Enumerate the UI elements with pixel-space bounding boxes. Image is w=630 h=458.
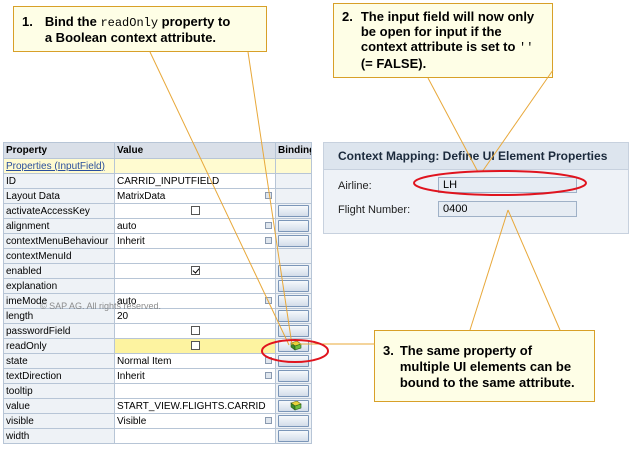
password-field-checkbox[interactable] (190, 326, 200, 336)
table-row: ID CARRID_INPUTFIELD (3, 173, 312, 189)
property-name: enabled (3, 263, 115, 279)
table-row: activateAccessKey (3, 203, 312, 219)
table-row: tooltip (3, 383, 312, 399)
property-table: Property Value Binding Properties (Input… (3, 142, 312, 444)
binding-button[interactable] (278, 205, 309, 217)
binding-button-bound[interactable] (278, 340, 309, 352)
dropdown-icon[interactable] (265, 372, 272, 379)
property-name: passwordField (3, 323, 115, 339)
binding-button[interactable] (278, 430, 309, 442)
binding-button[interactable] (278, 325, 309, 337)
property-value: Normal Item (117, 355, 172, 367)
callout-number: 1. (22, 14, 33, 29)
table-row: explanation (3, 278, 312, 294)
header-property: Property (3, 142, 115, 159)
table-row: visible Visible (3, 413, 312, 429)
binding-button[interactable] (278, 415, 309, 427)
property-name: explanation (3, 278, 115, 294)
readonly-checkbox[interactable] (190, 341, 200, 351)
binding-button[interactable] (278, 265, 309, 277)
property-name: Layout Data (3, 188, 115, 204)
binding-button[interactable] (278, 355, 309, 367)
table-row: length 20 (3, 308, 312, 324)
callout-step-1: 1. Bind the readOnly property to a Boole… (13, 6, 267, 52)
table-row: enabled (3, 263, 312, 279)
context-mapping-panel: Context Mapping: Define UI Element Prope… (323, 142, 629, 234)
property-name: contextMenuBehaviour (3, 233, 115, 249)
property-value: CARRID_INPUTFIELD (117, 175, 220, 187)
property-value: MatrixData (117, 190, 166, 202)
dropdown-icon[interactable] (265, 357, 272, 364)
callout-number: 2. (342, 9, 353, 24)
section-row: Properties (InputField) (3, 158, 312, 174)
table-row-readonly: readOnly (3, 338, 312, 354)
table-row: value START_VIEW.FLIGHTS.CARRID (3, 398, 312, 414)
property-name: readOnly (3, 338, 115, 354)
binding-button[interactable] (278, 295, 309, 307)
flight-number-input[interactable]: 0400 (438, 201, 577, 217)
binding-button-bound[interactable] (278, 400, 309, 412)
property-name: length (3, 308, 115, 324)
table-row: alignment auto (3, 218, 312, 234)
binding-button[interactable] (278, 370, 309, 382)
callout-step-3: 3. The same property of multiple UI elem… (374, 330, 595, 402)
flight-number-label: Flight Number: (338, 204, 411, 216)
property-name: alignment (3, 218, 115, 234)
readonly-code: readOnly (100, 16, 159, 30)
table-row: contextMenuId (3, 248, 312, 264)
binding-button[interactable] (278, 310, 309, 322)
table-header-row: Property Value Binding (3, 142, 312, 159)
callout-step-2: 2. The input field will now only be open… (333, 3, 553, 78)
context-binding-icon (290, 341, 302, 351)
binding-button[interactable] (278, 220, 309, 232)
airline-label: Airline: (338, 180, 372, 192)
table-row: textDirection Inherit (3, 368, 312, 384)
airline-input[interactable]: LH (438, 177, 577, 193)
property-name: activateAccessKey (3, 203, 115, 219)
empty-string-code: '' (519, 41, 534, 55)
table-row: contextMenuBehaviour Inherit (3, 233, 312, 249)
property-value: START_VIEW.FLIGHTS.CARRID (117, 400, 266, 412)
activate-access-key-checkbox[interactable] (190, 206, 200, 216)
panel-title: Context Mapping: Define UI Element Prope… (324, 143, 628, 170)
dropdown-icon[interactable] (265, 222, 272, 229)
property-value: 20 (117, 310, 129, 322)
property-value: auto (117, 295, 137, 307)
callout-number: 3. (383, 343, 394, 358)
property-name: textDirection (3, 368, 115, 384)
property-value: Visible (117, 415, 147, 427)
table-row: state Normal Item (3, 353, 312, 369)
dropdown-icon[interactable] (265, 192, 272, 199)
binding-button[interactable] (278, 385, 309, 397)
dropdown-icon[interactable] (265, 297, 272, 304)
table-row: imeMode auto (3, 293, 312, 309)
property-name: imeMode (3, 293, 115, 309)
binding-button[interactable] (278, 280, 309, 292)
property-value: auto (117, 220, 137, 232)
table-row: Layout Data MatrixData (3, 188, 312, 204)
property-name: contextMenuId (3, 248, 115, 264)
header-value: Value (114, 142, 276, 159)
enabled-checkbox[interactable] (190, 266, 200, 276)
property-name: visible (3, 413, 115, 429)
property-name: value (3, 398, 115, 414)
property-value: Inherit (117, 370, 145, 382)
table-row: passwordField (3, 323, 312, 339)
property-value: Inherit (117, 235, 145, 247)
property-name: state (3, 353, 115, 369)
section-title[interactable]: Properties (InputField) (6, 161, 105, 172)
dropdown-icon[interactable] (265, 417, 272, 424)
property-name: ID (3, 173, 115, 189)
property-name: width (3, 428, 115, 444)
context-binding-icon (290, 401, 302, 411)
header-binding: Binding (275, 142, 312, 159)
property-name: tooltip (3, 383, 115, 399)
table-row: width (3, 428, 312, 444)
binding-button[interactable] (278, 235, 309, 247)
dropdown-icon[interactable] (265, 237, 272, 244)
